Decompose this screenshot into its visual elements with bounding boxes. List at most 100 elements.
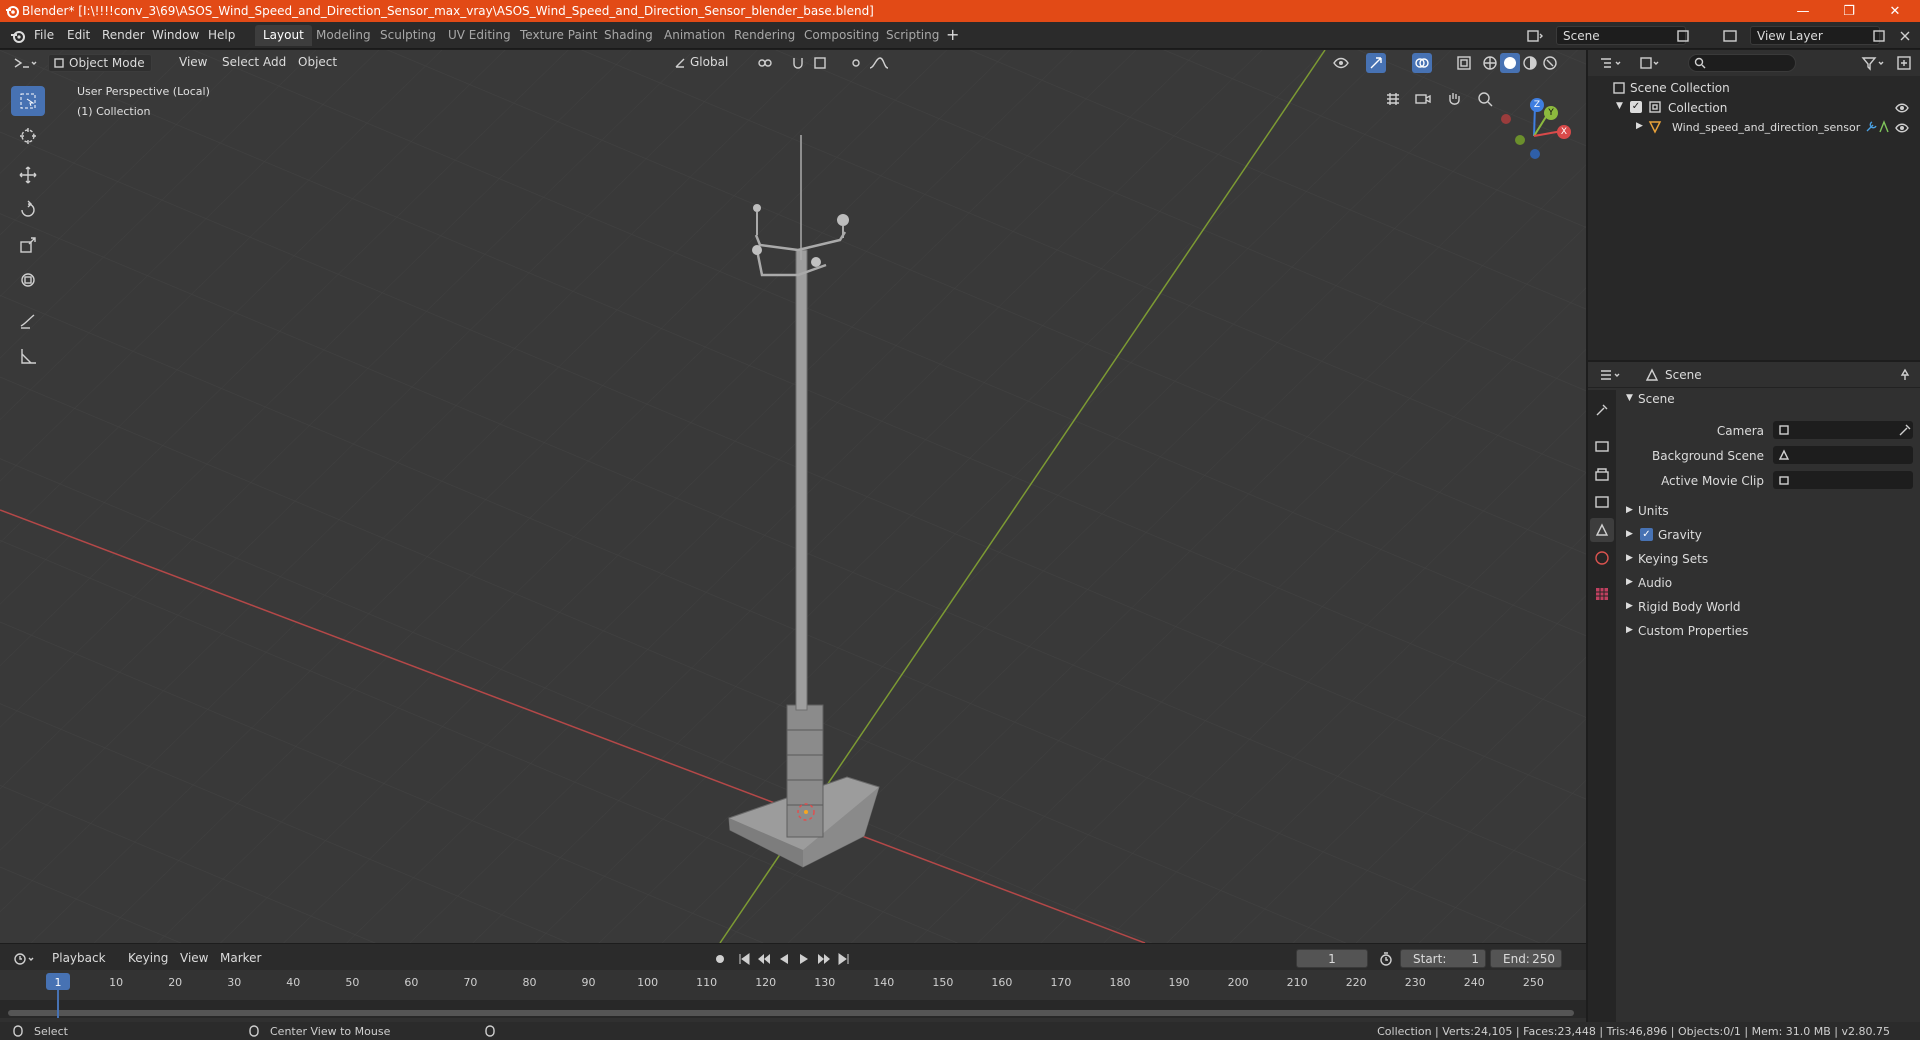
zoom-icon[interactable] [1476, 90, 1494, 108]
menu-window[interactable]: Window [152, 28, 199, 42]
visibility-selectability-icon[interactable] [1332, 55, 1354, 71]
tab-shading[interactable]: Shading [596, 25, 661, 46]
new-view-layer-icon[interactable] [1872, 29, 1886, 43]
preview-range-icon[interactable] [1378, 951, 1394, 967]
menu-help[interactable]: Help [208, 28, 235, 42]
scene-panel-collapse-icon[interactable]: ▼ [1626, 393, 1633, 403]
select-box-tool[interactable] [11, 86, 45, 116]
gizmo-y-label[interactable]: Y [1544, 106, 1558, 120]
keying-sets-expand-icon[interactable]: ▶ [1626, 553, 1633, 563]
camera-field[interactable] [1773, 421, 1913, 439]
menu-playback[interactable]: Playback [46, 950, 112, 968]
rotate-tool[interactable] [11, 195, 45, 225]
world-tab-icon[interactable] [1594, 550, 1610, 566]
tab-animation[interactable]: Animation [656, 25, 733, 46]
add-workspace-icon[interactable]: + [946, 25, 959, 44]
tab-sculpting[interactable]: Sculpting [372, 25, 444, 46]
measure-tool[interactable] [11, 341, 45, 371]
timeline-scrollbar[interactable] [8, 1010, 1574, 1016]
transform-tool[interactable] [11, 265, 45, 295]
proportional-edit-icon[interactable] [848, 55, 864, 71]
menu-marker[interactable]: Marker [214, 950, 267, 968]
gravity-expand-icon[interactable]: ▶ [1626, 529, 1633, 539]
collection-visibility-icon[interactable] [1894, 101, 1910, 115]
gizmo-toggle-icon[interactable] [1366, 53, 1386, 73]
background-scene-field[interactable] [1773, 446, 1913, 464]
tab-rendering[interactable]: Rendering [726, 25, 803, 46]
display-mode-icon[interactable] [1638, 55, 1664, 71]
panel-rigid-body-world[interactable]: Rigid Body World [1638, 600, 1741, 614]
move-tool[interactable] [11, 160, 45, 190]
menu-object[interactable]: Object [292, 54, 343, 72]
panel-units[interactable]: Units [1638, 504, 1669, 518]
scene-browse-icon[interactable] [1526, 28, 1544, 44]
properties-editor-type-icon[interactable] [1598, 367, 1624, 383]
camera-view-icon[interactable] [1414, 90, 1432, 108]
start-frame-field[interactable]: Start: 1 [1400, 949, 1486, 968]
gravity-checkbox[interactable]: ✓ [1640, 528, 1653, 541]
wireframe-shading-icon[interactable] [1482, 55, 1498, 71]
prev-keyframe-icon[interactable] [756, 951, 772, 967]
units-expand-icon[interactable]: ▶ [1626, 505, 1633, 515]
outliner-collection[interactable]: Collection [1668, 101, 1727, 115]
outliner-object-wind-sensor[interactable]: Wind_speed_and_direction_sensor [1672, 121, 1860, 134]
scene-tab-icon[interactable] [1594, 522, 1610, 538]
timeline-editor-type-icon[interactable] [12, 951, 38, 967]
panel-custom-properties[interactable]: Custom Properties [1638, 624, 1748, 638]
grid-view-icon[interactable] [1384, 90, 1402, 108]
end-frame-field[interactable]: End: 250 [1490, 949, 1562, 968]
jump-end-icon[interactable] [836, 951, 852, 967]
panel-audio[interactable]: Audio [1638, 576, 1672, 590]
view-layer-field[interactable]: View Layer [1750, 26, 1880, 45]
menu-edit[interactable]: Edit [67, 28, 90, 42]
filter-icon[interactable] [1860, 55, 1888, 71]
jump-start-icon[interactable] [736, 951, 752, 967]
render-tab-icon[interactable] [1594, 438, 1610, 454]
pivot-point-icon[interactable] [756, 55, 776, 71]
active-movie-clip-field[interactable] [1773, 471, 1913, 489]
scene-panel-title[interactable]: Scene [1638, 392, 1675, 406]
pin-icon[interactable] [1898, 368, 1912, 382]
record-icon[interactable] [712, 951, 728, 967]
tool-tab-icon[interactable] [1594, 402, 1610, 418]
outliner-scene-collection[interactable]: Scene Collection [1630, 81, 1730, 95]
gizmo-x-label[interactable]: X [1557, 125, 1571, 139]
scene-name-field[interactable]: Scene [1556, 26, 1686, 45]
object-expand-icon[interactable]: ▶ [1636, 121, 1643, 131]
tab-layout[interactable]: Layout [255, 25, 312, 46]
collection-expand-icon[interactable]: ▼ [1616, 101, 1623, 111]
output-tab-icon[interactable] [1594, 466, 1610, 482]
menu-keying[interactable]: Keying [122, 950, 174, 968]
next-keyframe-icon[interactable] [816, 951, 832, 967]
menu-timeline-view[interactable]: View [174, 950, 214, 968]
menu-view[interactable]: View [173, 54, 213, 72]
new-scene-icon[interactable] [1676, 29, 1690, 43]
gizmo-z-label[interactable]: Z [1530, 98, 1544, 112]
scale-tool[interactable] [11, 230, 45, 260]
audio-expand-icon[interactable]: ▶ [1626, 577, 1633, 587]
rigid-body-expand-icon[interactable]: ▶ [1626, 601, 1633, 611]
current-frame-field[interactable]: 1 [1296, 949, 1368, 968]
blender-menu-icon[interactable] [10, 28, 26, 44]
play-icon[interactable] [796, 951, 812, 967]
custom-properties-expand-icon[interactable]: ▶ [1626, 625, 1633, 635]
outliner-editor-type-icon[interactable] [1598, 55, 1624, 71]
overlays-toggle-icon[interactable] [1412, 53, 1432, 73]
snap-target-icon[interactable] [812, 55, 836, 71]
tab-modeling[interactable]: Modeling [308, 25, 379, 46]
proportional-falloff-icon[interactable] [868, 55, 898, 71]
minimize-button[interactable]: — [1780, 0, 1826, 22]
tab-scripting[interactable]: Scripting [878, 25, 947, 46]
texture-tab-icon[interactable] [1594, 586, 1610, 602]
close-button[interactable]: ✕ [1872, 0, 1918, 22]
snap-icon[interactable] [790, 55, 806, 71]
eyedropper-icon[interactable] [1898, 423, 1912, 437]
menu-file[interactable]: File [34, 28, 54, 42]
panel-gravity[interactable]: Gravity [1658, 528, 1702, 542]
panel-keying-sets[interactable]: Keying Sets [1638, 552, 1708, 566]
rendered-shading-icon[interactable] [1542, 55, 1558, 71]
solid-shading-icon[interactable] [1500, 53, 1520, 73]
cursor-tool[interactable] [11, 121, 45, 151]
remove-view-layer-icon[interactable] [1898, 29, 1912, 43]
collection-checkbox[interactable]: ✓ [1630, 101, 1642, 113]
